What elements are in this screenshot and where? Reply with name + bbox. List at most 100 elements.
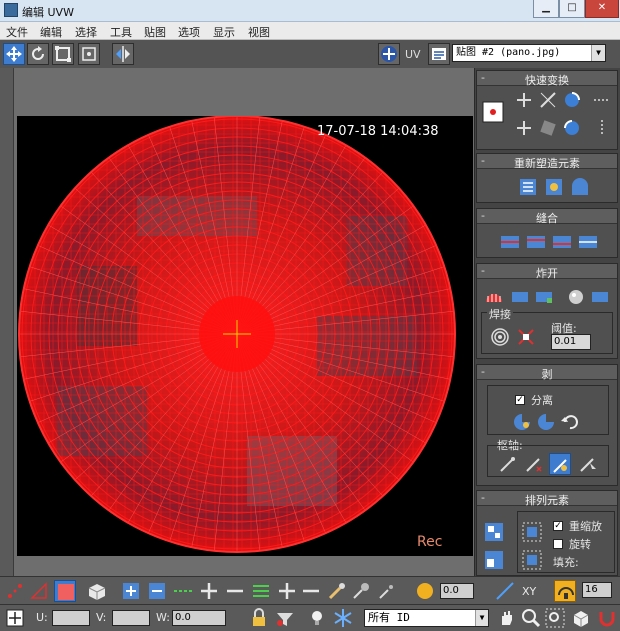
menu-select[interactable]: 选择 [75,24,97,40]
paint-select-button[interactable] [326,580,348,602]
grow-ring-button[interactable] [276,580,298,602]
break-button[interactable] [483,286,505,308]
rotate-tool-button[interactable] [27,43,49,65]
rescale-checkbox[interactable]: ✓ [553,521,563,531]
detach-edge-button[interactable] [509,286,531,308]
xy-label[interactable]: XY [522,585,536,598]
lock-button[interactable] [248,607,270,629]
element-mode-button[interactable] [86,580,108,602]
quick-transform-header[interactable]: - 快速变换 [477,71,617,87]
zoom-spinner[interactable]: 16 [582,582,612,598]
id-select[interactable]: 所有 ID ▼ [364,609,489,627]
set-pivot-button[interactable] [482,101,504,123]
threshold-spinner[interactable]: 0.01 [551,334,591,350]
grow-selection-button[interactable] [120,580,142,602]
rescale-elements-button[interactable] [521,521,543,543]
peel-header[interactable]: - 剥 [477,365,617,381]
soft-selection-button[interactable] [414,580,436,602]
minimize-button[interactable]: ▁ [533,0,559,18]
reshape-elements-header[interactable]: - 重新塑造元素 [477,154,617,170]
select-pins-button[interactable] [577,453,599,475]
w-field[interactable]: 0.0 [172,610,226,626]
menu-view[interactable]: 视图 [248,24,270,40]
mirror-tool-button[interactable] [112,43,134,65]
falloff-spinner[interactable]: 0.0 [440,583,474,599]
arrange-elements-header[interactable]: - 排列元素 [477,491,617,507]
scale-tool-button[interactable] [52,43,74,65]
maximize-button[interactable]: □ [559,0,585,18]
group-elements-button[interactable] [521,549,543,571]
filter-selected-button[interactable] [274,607,296,629]
shrink-brush-button[interactable] [376,580,398,602]
stitch-to-source-button[interactable] [551,231,573,253]
absolute-offset-button[interactable] [4,607,26,629]
flatten-button[interactable] [533,286,555,308]
v-field[interactable] [112,610,150,626]
space-vertical-button[interactable] [591,117,613,139]
pin-button[interactable] [497,453,519,475]
ball-button[interactable] [565,286,587,308]
stitch-to-target-button[interactable] [499,231,521,253]
zoom-region-button[interactable] [544,607,566,629]
freeform-tool-button[interactable] [78,43,100,65]
auto-pin-button[interactable] [549,453,571,475]
menu-mapping[interactable]: 贴图 [144,24,166,40]
menu-display[interactable]: 显示 [213,24,235,40]
close-button[interactable]: ✕ [585,0,619,18]
snap-button[interactable] [554,580,576,602]
menu-options[interactable]: 选项 [178,24,200,40]
u-field[interactable] [52,610,90,626]
edge-mode-button[interactable] [28,580,50,602]
snap-toggle-button[interactable] [596,607,618,629]
peel-mode-button[interactable] [535,411,557,433]
zoom-button[interactable] [520,607,542,629]
relax-until-flat-button[interactable] [569,176,591,198]
falloff-type-button[interactable] [494,580,516,602]
pan-button[interactable] [496,607,518,629]
align-vertical-button[interactable] [513,117,535,139]
uv-mesh[interactable] [17,116,473,556]
menu-edit[interactable]: 编辑 [40,24,62,40]
stitch-to-average-button[interactable] [525,231,547,253]
polygon-mode-button[interactable] [54,580,76,602]
weld-selected-button[interactable] [489,326,511,348]
reset-peel-button[interactable] [559,411,581,433]
map-select[interactable]: 贴图 #2 (pano.jpg) ▼ [452,44,606,62]
relax-button[interactable] [543,176,565,198]
vertex-mode-button[interactable] [4,580,26,602]
quick-peel-button[interactable] [511,411,533,433]
straighten-button[interactable] [537,89,559,111]
pack-normalize-button[interactable] [483,521,505,543]
shrink-selection-button[interactable] [146,580,168,602]
map-options-button[interactable] [428,43,450,65]
menu-tools[interactable]: 工具 [110,24,132,40]
shrink-loop-button[interactable] [224,580,246,602]
unpin-button[interactable] [523,453,545,475]
move-tool-button[interactable] [3,43,25,65]
stitch-header[interactable]: - 缝合 [477,209,617,225]
rotate-ccw-button[interactable] [561,117,583,139]
grow-loop-button[interactable] [198,580,220,602]
uv-canvas[interactable]: 17-07-18 14:04:38 Rec [17,116,473,556]
checker-map-button[interactable] [378,43,400,65]
stitch-custom-button[interactable] [577,231,599,253]
weld-target-button[interactable] [515,326,537,348]
ring-button[interactable] [250,580,272,602]
detach-checkbox[interactable]: ✓ [515,395,525,405]
space-horizontal-button[interactable] [591,89,613,111]
menu-file[interactable]: 文件 [6,24,28,40]
zoom-extents-button[interactable] [570,607,592,629]
pack-custom-button[interactable] [483,549,505,571]
hide-button[interactable] [306,607,328,629]
rotate-cw-button[interactable] [561,89,583,111]
shrink-ring-button[interactable] [300,580,322,602]
explode-header[interactable]: - 炸开 [477,264,617,280]
pack-button[interactable] [589,286,611,308]
loop-button[interactable] [172,580,194,602]
rotate-checkbox[interactable] [553,539,563,549]
enlarge-brush-button[interactable] [350,580,372,602]
align-to-edge-button[interactable] [537,117,559,139]
align-horizontal-button[interactable] [513,89,535,111]
freeze-button[interactable] [332,607,354,629]
straighten-selection-button[interactable] [517,176,539,198]
